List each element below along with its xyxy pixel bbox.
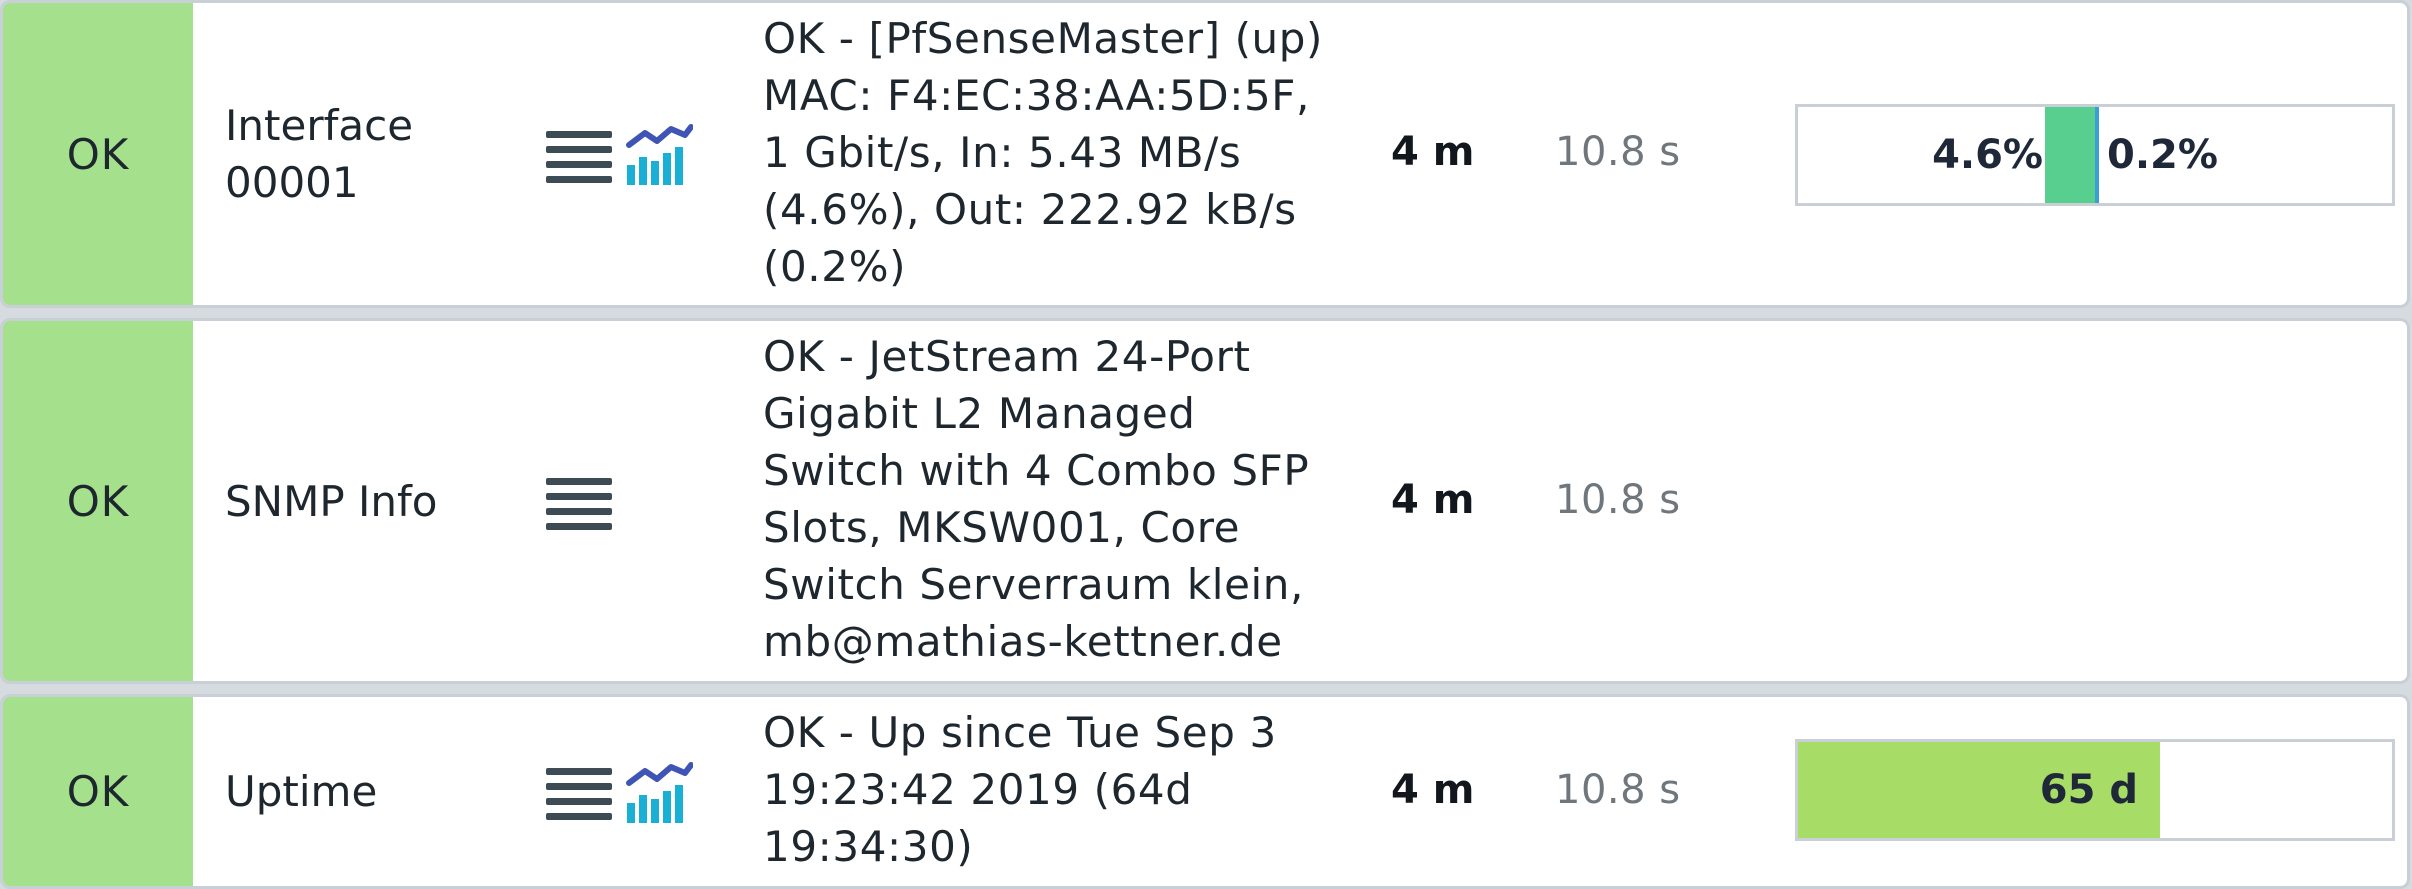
plugin-output: OK - [PfSenseMaster] (up) MAC: F4:EC:38:… [763,14,1324,291]
service-row-interface: OK Interface 00001 OK - [PfSenseMaster] … [0,0,2410,308]
check-duration: 10.8 s [1555,477,1681,523]
state-age: 4 m [1391,767,1475,813]
perf-uptime-label: 65 d [2039,767,2138,813]
state-age: 4 m [1391,129,1475,175]
check-duration: 10.8 s [1555,129,1681,175]
service-name[interactable]: Uptime [225,697,545,886]
perf-in-bar [2045,107,2095,203]
perf-out-bar [2095,107,2099,203]
state-badge: OK [3,697,193,886]
service-name[interactable]: Interface 00001 [225,3,545,305]
plugin-output: OK - JetStream 24-Port Gigabit L2 Manage… [763,332,1310,666]
state-badge: OK [3,321,193,681]
check-duration: 10.8 s [1555,767,1681,813]
service-row-snmp-info: OK SNMP Info OK - JetStream 24-Port Giga… [0,318,2410,684]
graph-icon[interactable] [625,759,693,823]
perf-out-half: 0.2% [2095,107,2392,203]
menu-icon[interactable] [546,768,612,820]
perf-in-label: 4.6% [1932,132,2043,178]
perf-in-half: 4.6% [1798,107,2095,203]
perf-out-label: 0.2% [2107,132,2218,178]
service-row-uptime: OK Uptime OK - Up since Tue Sep 3 19:23:… [0,694,2410,889]
menu-icon[interactable] [546,478,612,530]
plugin-output: OK - Up since Tue Sep 3 19:23:42 2019 (6… [763,708,1277,871]
state-badge: OK [3,3,193,305]
service-name[interactable]: SNMP Info [225,321,545,681]
graph-icon[interactable] [625,121,693,185]
menu-icon[interactable] [546,131,612,183]
perfometer-interface[interactable]: 4.6% 0.2% [1795,104,2395,206]
perfometer-uptime[interactable]: 65 d [1795,739,2395,841]
state-age: 4 m [1391,477,1475,523]
